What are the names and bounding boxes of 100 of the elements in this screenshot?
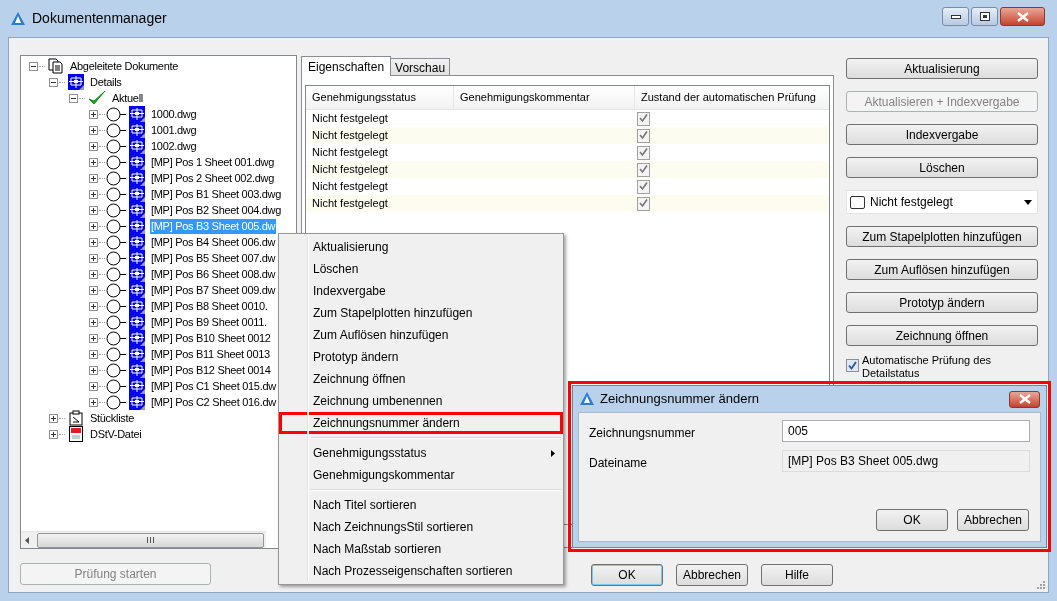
tree-item[interactable]: 1002.dwg [150, 138, 198, 154]
expand-icon[interactable] [89, 109, 98, 119]
tree-item[interactable]: DStV-Datei [89, 426, 143, 442]
tree-item[interactable]: [MP] Pos B4 Sheet 006.dw [150, 234, 277, 250]
menu-item[interactable]: Genehmigungskommentar [279, 464, 563, 486]
menu-item[interactable]: Nach Titel sortieren [279, 494, 563, 516]
tree-item[interactable]: Details [89, 74, 123, 90]
button[interactable]: Zum Stapelplotten hinzufügen [846, 226, 1038, 247]
menu-item[interactable]: Genehmigungsstatus [279, 442, 563, 464]
table-cell: Nicht festgelegt [312, 129, 388, 142]
button[interactable]: Hilfe [761, 564, 833, 586]
expand-icon[interactable] [89, 173, 98, 183]
app-logo-icon [579, 391, 595, 407]
menu-item[interactable]: Zeichnung umbenennen [279, 390, 563, 412]
expand-icon[interactable] [89, 221, 98, 231]
number-field[interactable]: 005 [782, 420, 1030, 442]
checkbox[interactable] [637, 128, 650, 143]
tree-item[interactable]: [MP] Pos B11 Sheet 0013 [150, 346, 271, 362]
expand-icon[interactable] [89, 301, 98, 311]
expand-icon[interactable] [89, 317, 98, 327]
expand-icon[interactable] [89, 349, 98, 359]
status-dropdown[interactable]: Nicht festgelegt [846, 190, 1038, 214]
menu-item[interactable]: Nach Prozesseigenschaften sortieren [279, 560, 563, 582]
checkbox[interactable] [637, 145, 650, 160]
app-logo-icon [10, 10, 26, 27]
tree-item[interactable]: [MP] Pos C2 Sheet 016.dw [150, 394, 277, 410]
expand-icon[interactable] [89, 237, 98, 247]
tree-item[interactable]: [MP] Pos C1 Sheet 015.dw [150, 378, 277, 394]
expand-icon[interactable] [89, 141, 98, 151]
menu-item[interactable]: Löschen [279, 258, 563, 280]
expand-icon[interactable] [89, 269, 98, 279]
button[interactable]: OK [876, 509, 948, 531]
tree-item[interactable]: Stückliste [89, 410, 136, 426]
tree-item[interactable]: [MP] Pos 2 Sheet 002.dwg [150, 170, 276, 186]
collapse-icon[interactable] [49, 77, 58, 87]
tree-item[interactable]: [MP] Pos B8 Sheet 0010. [150, 298, 269, 314]
expand-icon[interactable] [89, 189, 98, 199]
checkbox-label[interactable]: Automatische Prüfung des Detailstatus [862, 354, 1032, 380]
close-button[interactable] [1000, 7, 1045, 26]
tree-item[interactable]: [MP] Pos B5 Sheet 007.dw [150, 250, 277, 266]
expand-icon[interactable] [49, 429, 58, 439]
expand-icon[interactable] [89, 397, 98, 407]
tree-item[interactable]: [MP] Pos B12 Sheet 0014 [150, 362, 272, 378]
expand-icon[interactable] [89, 285, 98, 295]
expand-icon[interactable] [89, 157, 98, 167]
tree-item[interactable]: Abgeleitete Dokumente [69, 58, 180, 74]
tree-item[interactable]: [MP] Pos B10 Sheet 0012 [150, 330, 272, 346]
menu-item[interactable]: Aktualisierung [279, 236, 563, 258]
collapse-icon[interactable] [29, 61, 38, 71]
menu-item[interactable]: Prototyp ändern [279, 346, 563, 368]
tab[interactable]: Vorschau [390, 58, 451, 75]
maximize-button[interactable] [971, 7, 998, 26]
column-header[interactable]: Zustand der automatischen Prüfung [641, 89, 816, 106]
tab[interactable]: Eigenschaften [301, 56, 392, 76]
tree-item[interactable]: [MP] Pos B7 Sheet 009.dw [150, 282, 277, 298]
table-cell: Nicht festgelegt [312, 146, 388, 159]
resize-grip-icon[interactable] [1036, 580, 1045, 589]
tree-item[interactable]: 1001.dwg [150, 122, 198, 138]
button[interactable]: Abbrechen [957, 509, 1029, 531]
tree-item[interactable]: [MP] Pos B9 Sheet 0011. [150, 314, 268, 330]
expand-icon[interactable] [49, 413, 58, 423]
button[interactable]: Aktualisierung [846, 58, 1038, 79]
menu-item[interactable]: Indexvergabe [279, 280, 563, 302]
menu-item[interactable]: Nach Maßstab sortieren [279, 538, 563, 560]
tree-item[interactable]: [MP] Pos B1 Sheet 003.dwg [150, 186, 283, 202]
button[interactable]: Zeichnung öffnen [846, 325, 1038, 346]
button[interactable]: Zum Auflösen hinzufügen [846, 259, 1038, 280]
expand-icon[interactable] [89, 125, 98, 135]
column-header[interactable]: Genehmigungskommentar [460, 89, 590, 106]
menu-item[interactable]: Nach ZeichnungsStil sortieren [279, 516, 563, 538]
column-header[interactable]: Genehmigungsstatus [312, 89, 416, 106]
button[interactable]: Löschen [846, 157, 1038, 178]
collapse-icon[interactable] [69, 93, 78, 103]
dropdown-arrow-icon[interactable] [1024, 199, 1032, 205]
expand-icon[interactable] [89, 381, 98, 391]
expand-icon[interactable] [89, 333, 98, 343]
checkbox[interactable] [846, 359, 859, 372]
tree-item[interactable]: [MP] Pos B6 Sheet 008.dw [150, 266, 277, 282]
menu-item[interactable]: Zum Stapelplotten hinzufügen [279, 302, 563, 324]
button[interactable]: Prototyp ändern [846, 292, 1038, 313]
drawing-file-icon [129, 298, 145, 314]
tree-item[interactable]: 1000.dwg [150, 106, 198, 122]
tree-item[interactable]: Aktuell [111, 90, 144, 106]
button[interactable]: Abbrechen [676, 564, 748, 586]
menu-item[interactable]: Zum Auflösen hinzufügen [279, 324, 563, 346]
checkbox[interactable] [637, 111, 650, 126]
checkbox[interactable] [637, 179, 650, 194]
button[interactable]: OK [591, 564, 663, 586]
close-button[interactable] [1009, 390, 1040, 408]
button[interactable]: Indexvergabe [846, 124, 1038, 145]
menu-item[interactable]: Zeichnungsnummer ändern [279, 412, 563, 434]
tree-item[interactable]: [MP] Pos B2 Sheet 004.dwg [150, 202, 283, 218]
expand-icon[interactable] [89, 205, 98, 215]
expand-icon[interactable] [89, 365, 98, 375]
expand-icon[interactable] [89, 253, 98, 263]
menu-item[interactable]: Zeichnung öffnen [279, 368, 563, 390]
tree-item[interactable]: [MP] Pos 1 Sheet 001.dwg [150, 154, 276, 170]
checkbox[interactable] [637, 162, 650, 177]
checkbox[interactable] [637, 196, 650, 211]
minimize-button[interactable] [942, 7, 969, 26]
